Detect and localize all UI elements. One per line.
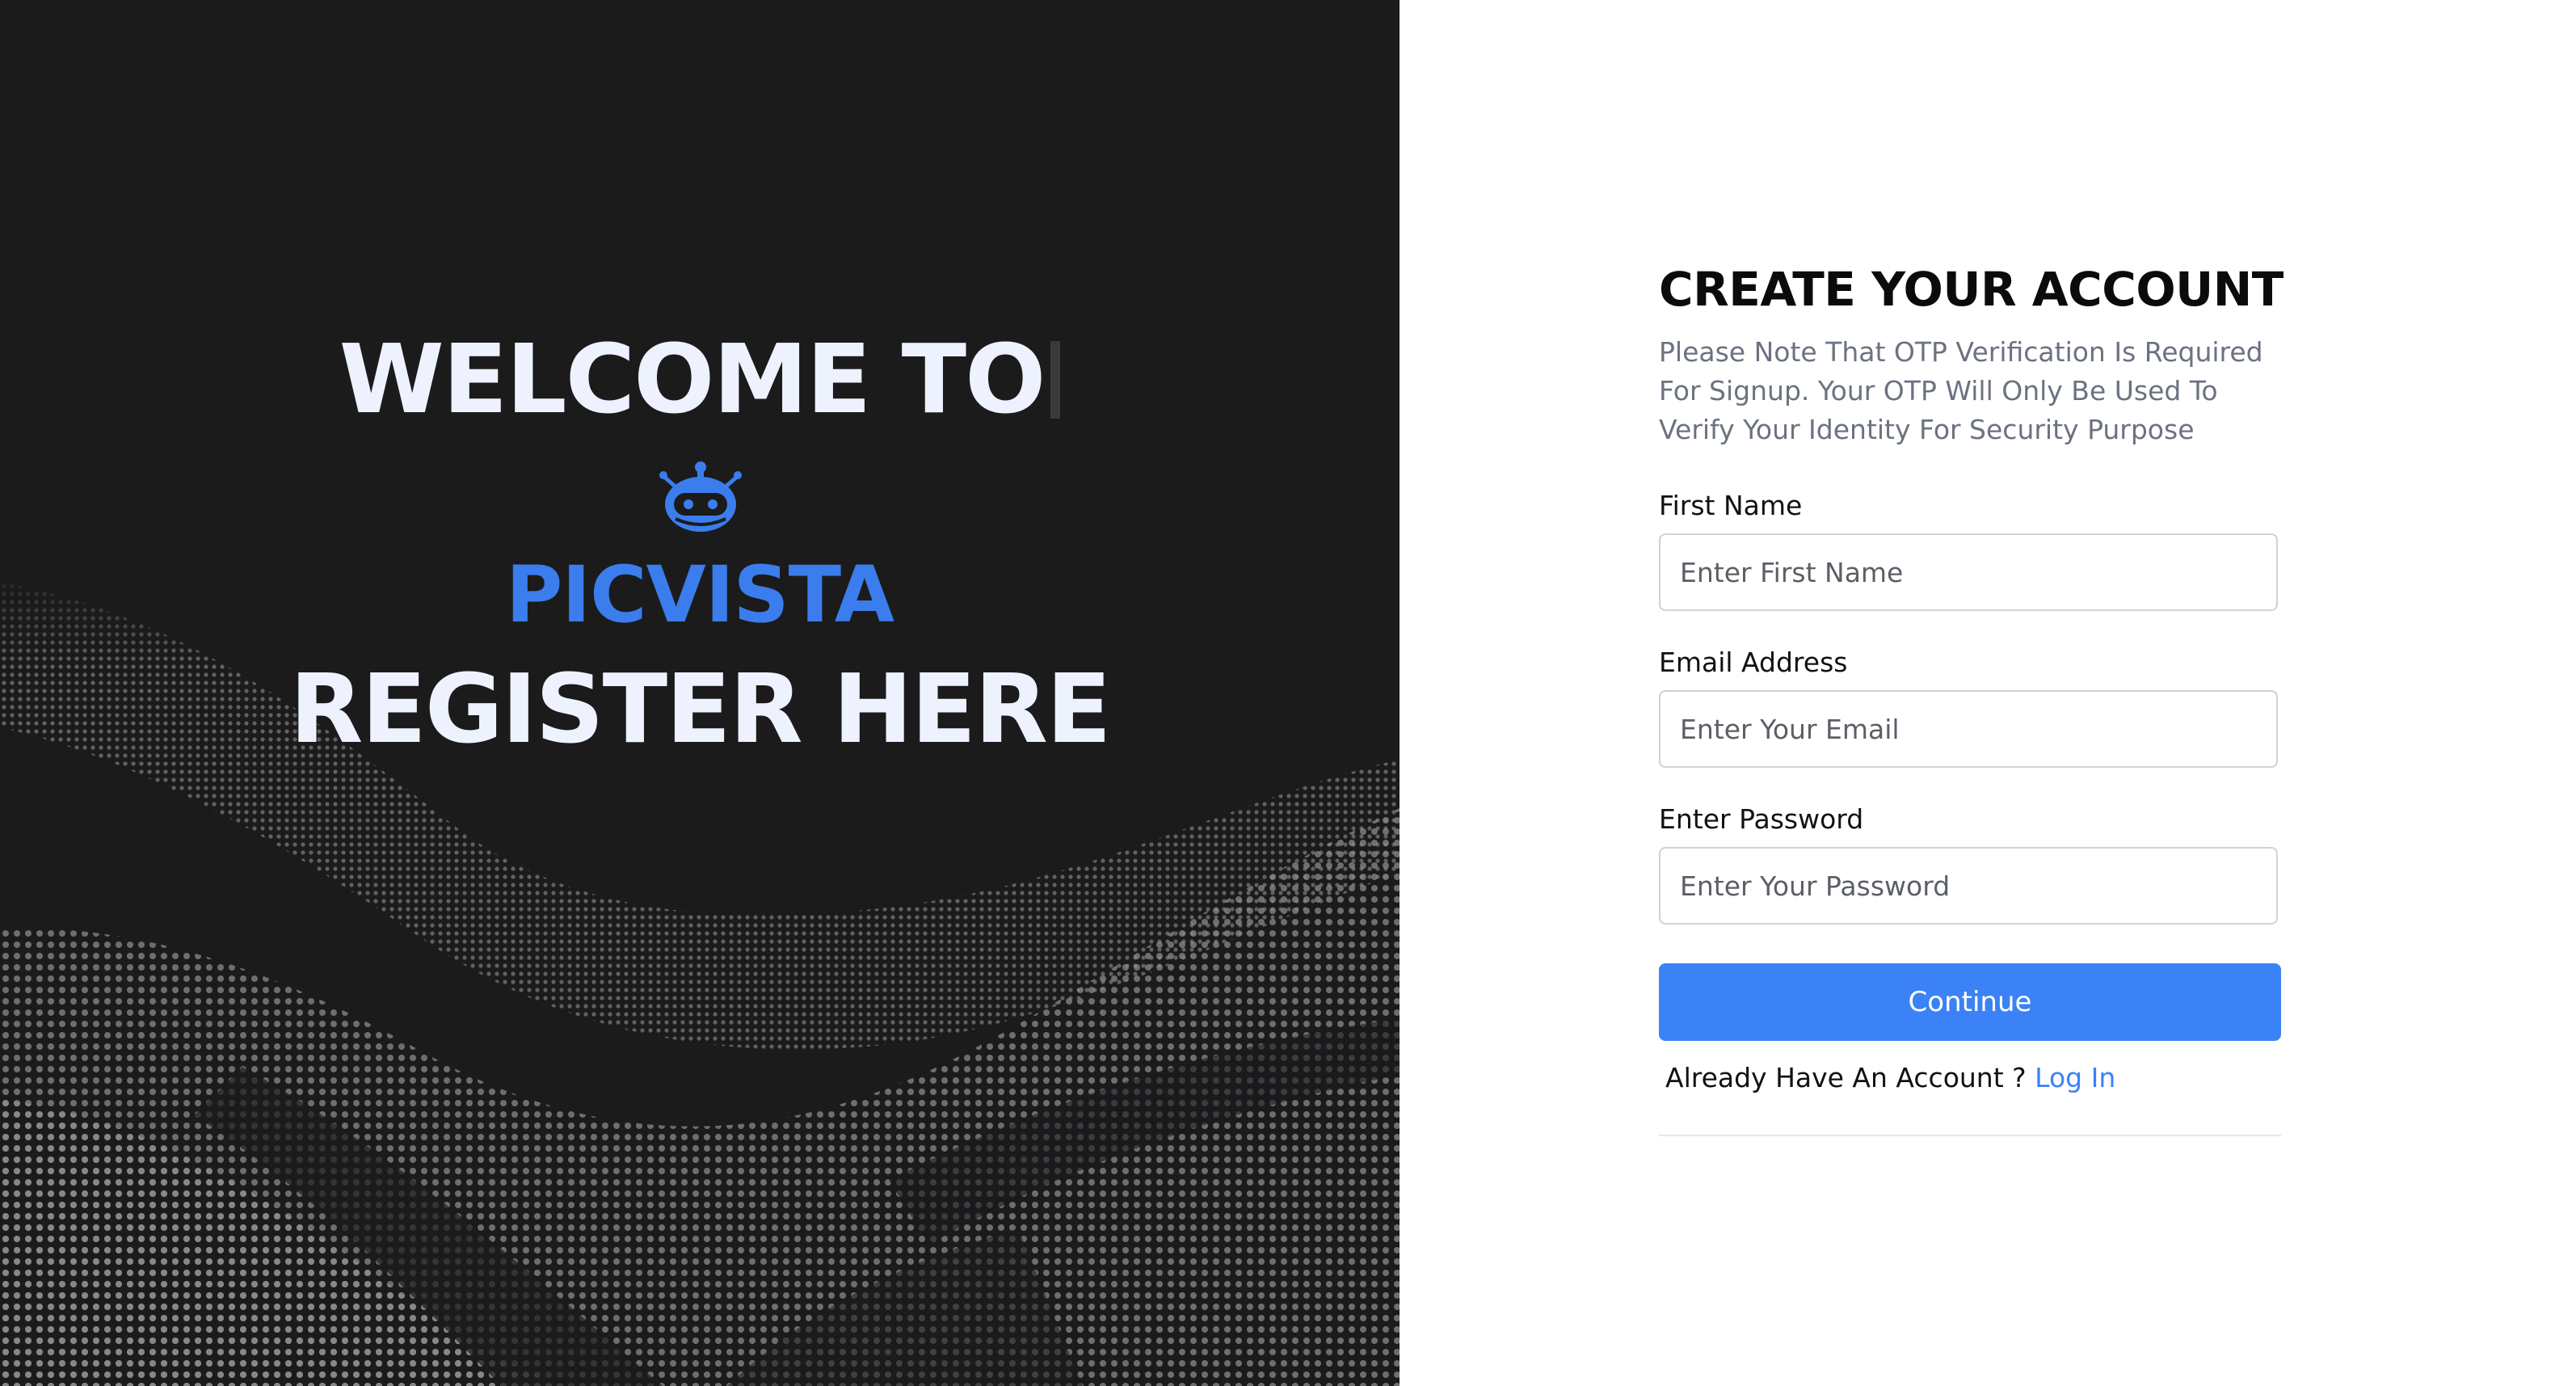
hero-panel: WELCOME TO PICVISTA REGISTER HERE [0,0,1400,1386]
first-name-input[interactable] [1659,533,2278,611]
continue-button[interactable]: Continue [1659,963,2281,1041]
email-label: Email Address [1659,647,1848,678]
login-prompt-row: Already Have An Account ? Log In [1659,1059,2281,1097]
robot-icon [659,461,742,532]
password-label: Enter Password [1659,803,1864,835]
login-prompt-text: Already Have An Account ? [1665,1062,2027,1093]
form-divider [1659,1135,2281,1136]
register-heading: REGISTER HERE [289,653,1111,765]
signup-form: CREATE YOUR ACCOUNT Please Note That OTP… [1659,260,2283,1136]
brand-name: PICVISTA [505,550,894,640]
typing-caret [1050,341,1061,419]
form-title: CREATE YOUR ACCOUNT [1659,262,2283,317]
login-link[interactable]: Log In [2035,1062,2115,1093]
password-input[interactable] [1659,847,2278,925]
form-panel: CREATE YOUR ACCOUNT Please Note That OTP… [1400,0,2576,1386]
signup-page: WELCOME TO PICVISTA REGISTER HERE CREATE… [0,0,2576,1386]
email-input[interactable] [1659,690,2278,768]
welcome-heading: WELCOME TO [0,331,1400,427]
first-name-label: First Name [1659,490,1803,521]
welcome-text: WELCOME TO [339,323,1046,435]
otp-note: Please Note That OTP Verification Is Req… [1659,336,2263,445]
